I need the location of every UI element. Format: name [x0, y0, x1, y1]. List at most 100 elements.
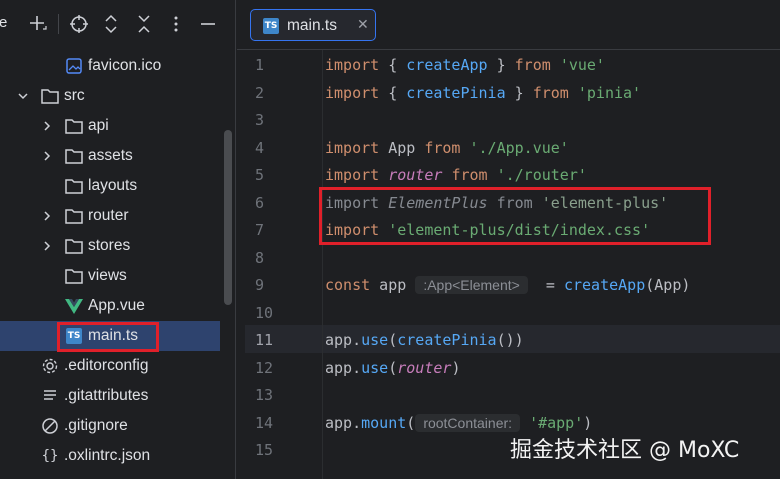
chevron-right-icon[interactable]	[40, 149, 54, 163]
line-number: 9	[255, 276, 265, 294]
minimize-icon[interactable]	[196, 12, 220, 36]
code-token: createPinia	[406, 83, 506, 102]
tree-item-gitignore[interactable]: .gitignore	[0, 411, 235, 441]
tree-item-router[interactable]: router	[0, 201, 235, 231]
chevron-right-icon[interactable]	[40, 119, 54, 133]
highlight-box-element-plus-imports	[319, 187, 711, 245]
code-line[interactable]: 1 import { createApp } from 'vue'	[237, 52, 780, 80]
tree-item-favicon-ico[interactable]: favicon.ico	[0, 51, 235, 81]
tree-item-label: views	[88, 267, 127, 284]
folder-icon	[64, 146, 84, 166]
code-token: '#app'	[529, 413, 584, 432]
code-token: import	[325, 166, 380, 184]
line-number: 1	[255, 56, 265, 74]
code-text: import { createPinia } from 'pinia'	[325, 84, 641, 102]
tree-item-oxlintrc-json[interactable]: {} .oxlintrc.json	[0, 441, 235, 471]
gear-icon	[40, 356, 60, 376]
tree-item-layouts[interactable]: layouts	[0, 171, 235, 201]
code-text: const app :App<Element> = createApp(App)	[325, 276, 690, 294]
collapse-icon[interactable]	[132, 12, 156, 36]
line-number: 3	[255, 111, 265, 129]
code-token: App	[379, 138, 425, 157]
editor-tab-bar: TS main.ts ✕	[237, 0, 780, 50]
tree-item-editorconfig[interactable]: .editorconfig	[0, 351, 235, 381]
code-token: from	[451, 166, 488, 184]
code-line[interactable]: 13	[237, 382, 780, 410]
plus-icon[interactable]	[26, 12, 50, 36]
tree-item-label: .editorconfig	[64, 357, 149, 374]
tree-item-label: stores	[88, 237, 131, 254]
code-token: (	[388, 331, 398, 349]
tree-item-app-vue[interactable]: App.vue	[0, 291, 235, 321]
chevron-right-icon[interactable]	[40, 239, 54, 253]
tree-item-views[interactable]: views	[0, 261, 235, 291]
tree-item-assets[interactable]: assets	[0, 141, 235, 171]
code-token: router	[397, 358, 452, 377]
tree-item-api[interactable]: api	[0, 111, 235, 141]
code-token: createApp	[563, 276, 646, 294]
tree-item-label: favicon.ico	[88, 57, 162, 74]
crosshair-icon[interactable]	[67, 12, 91, 36]
code-line[interactable]: 11 app.use(createPinia())	[237, 327, 780, 355]
sidebar-scrollbar[interactable]	[224, 130, 232, 305]
code-editor[interactable]: TS main.ts ✕ 1 import { createApp } from …	[237, 0, 780, 479]
code-token: app.	[325, 413, 362, 432]
code-token: mount	[361, 413, 407, 432]
line-number: 14	[255, 413, 274, 432]
line-number: 2	[255, 83, 265, 102]
code-line[interactable]: 8	[237, 245, 780, 273]
expand-icon[interactable]	[99, 12, 123, 36]
folder-icon	[64, 206, 84, 226]
typescript-file-icon: TS	[263, 18, 279, 34]
code-line[interactable]: 12 app.use(router)	[237, 355, 780, 383]
folder-icon	[64, 266, 84, 286]
vue-file-icon	[64, 296, 84, 316]
code-token: (	[388, 358, 398, 377]
more-icon[interactable]	[164, 12, 188, 36]
close-icon[interactable]: ✕	[357, 16, 369, 33]
code-text: app.mount(rootContainer: '#app')	[325, 413, 593, 432]
tree-item-label: src	[64, 87, 85, 104]
code-token: ())	[496, 331, 524, 349]
tree-item-label: layouts	[88, 177, 138, 194]
tab-main-ts[interactable]: TS main.ts ✕	[250, 9, 376, 41]
toolbar-separator	[58, 14, 59, 34]
code-token: createApp	[406, 56, 488, 74]
code-line[interactable]: 4 import App from './App.vue'	[237, 135, 780, 163]
code-text: app.use(createPinia())	[325, 331, 524, 349]
sidebar-title: e	[0, 14, 7, 31]
code-text: import router from './router'	[325, 166, 587, 184]
code-token: createPinia	[397, 331, 497, 349]
chevron-right-icon[interactable]	[40, 209, 54, 223]
code-line[interactable]: 10	[237, 300, 780, 328]
tree-item-gitattributes[interactable]: .gitattributes	[0, 381, 235, 411]
code-line[interactable]: 9 const app :App<Element> = createApp(App…	[237, 272, 780, 300]
line-number: 10	[255, 303, 274, 322]
tab-label: main.ts	[287, 17, 337, 34]
code-token: )	[451, 358, 461, 377]
code-token: import	[325, 83, 380, 102]
tree-item-label: assets	[88, 147, 133, 164]
json-file-icon: {}	[41, 448, 59, 464]
code-token: (App)	[645, 276, 691, 294]
code-text: import App from './App.vue'	[325, 139, 569, 157]
sidebar-toolbar: e	[0, 0, 235, 48]
ignore-file-icon	[40, 416, 60, 436]
line-number: 8	[255, 248, 265, 267]
line-number: 11	[255, 331, 274, 349]
folder-icon	[64, 116, 84, 136]
tree-item-stores[interactable]: stores	[0, 231, 235, 261]
code-token: {	[379, 56, 407, 74]
code-token: from	[532, 83, 569, 102]
code-line[interactable]: 3	[237, 107, 780, 135]
tree-item-label: .oxlintrc.json	[64, 447, 151, 464]
code-line[interactable]: 2 import { createPinia } from 'pinia'	[237, 80, 780, 108]
code-token: import	[325, 56, 380, 74]
code-token: const	[325, 276, 371, 294]
tree-item-src[interactable]: src	[0, 81, 235, 111]
chevron-down-icon[interactable]	[16, 89, 30, 103]
code-token: )	[583, 413, 593, 432]
code-line[interactable]: 5 import router from './router'	[237, 162, 780, 190]
